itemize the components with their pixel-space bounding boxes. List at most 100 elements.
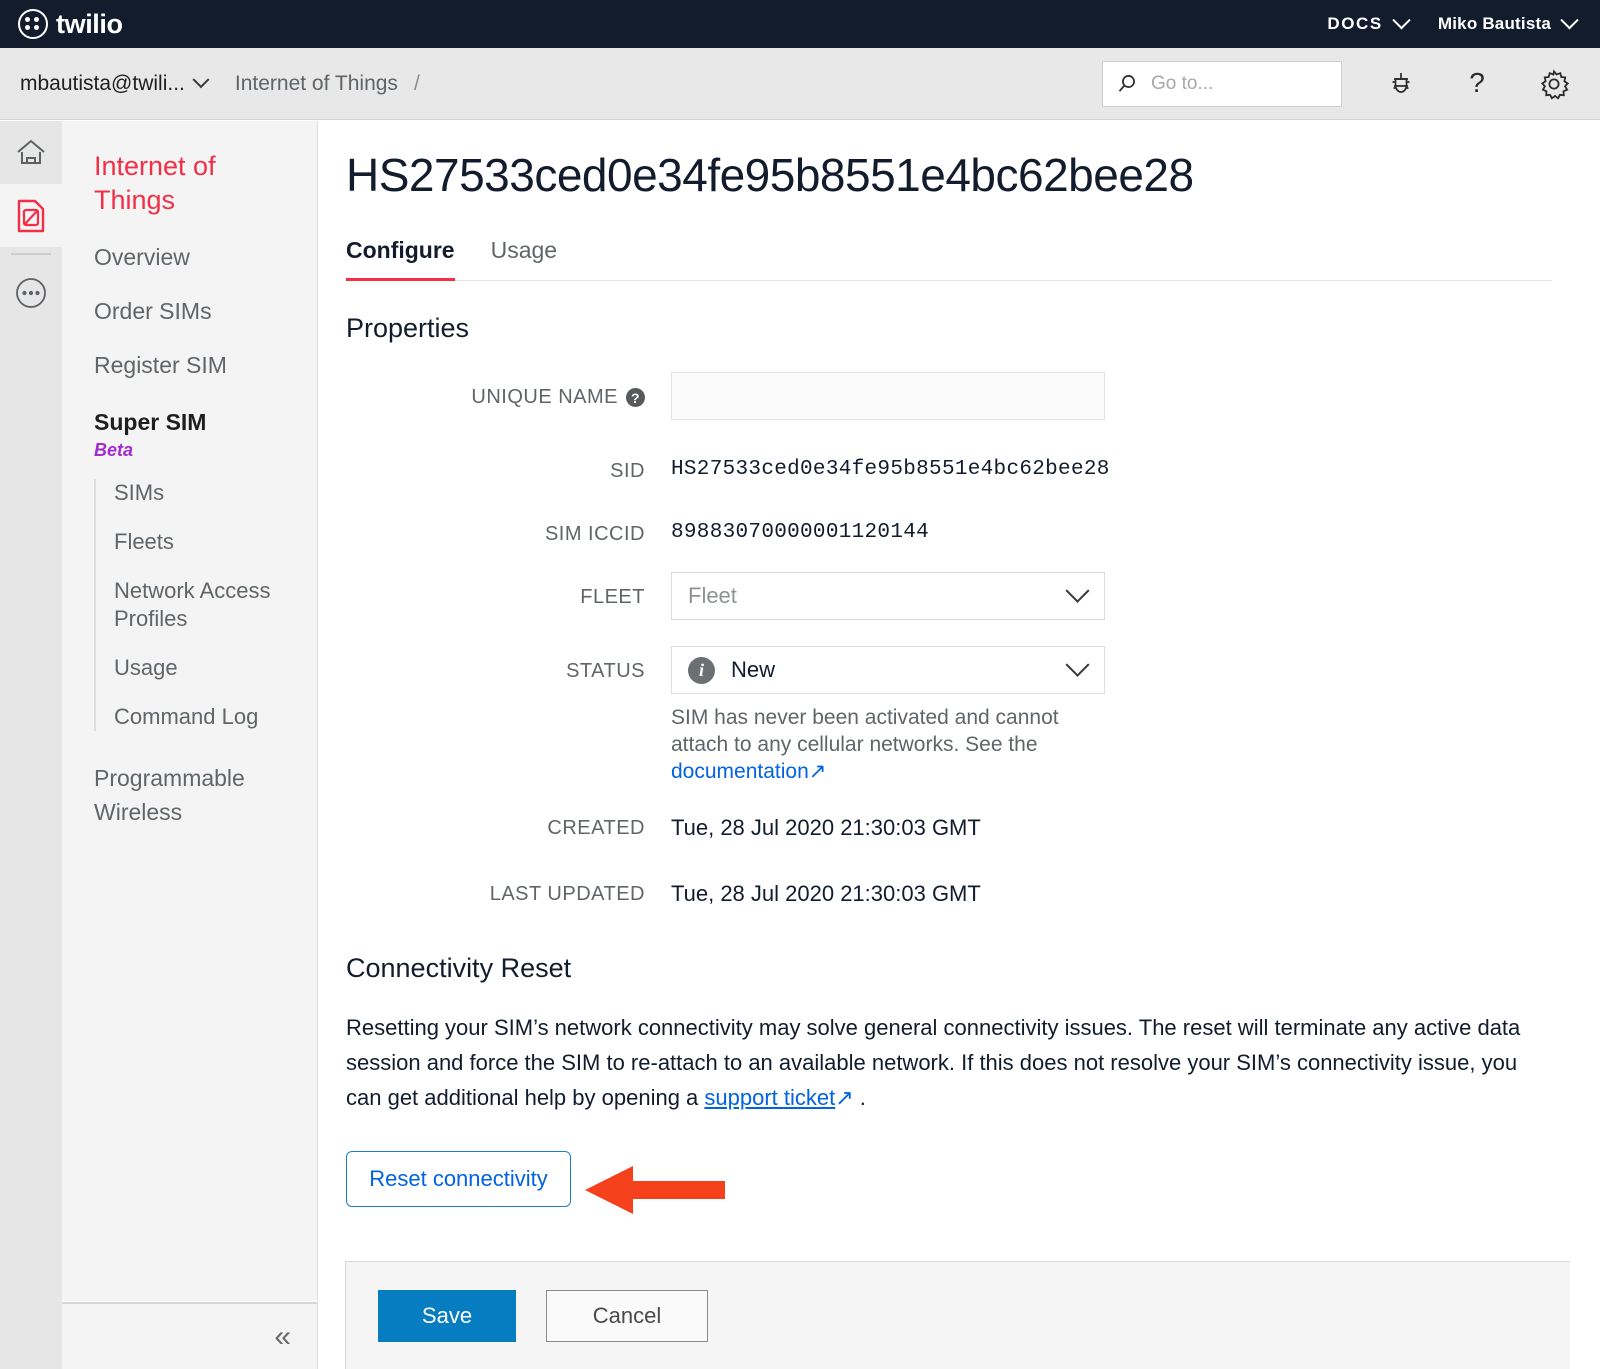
fleet-select-value: Fleet: [688, 583, 737, 608]
field-row-last-updated: LAST UPDATED Tue, 28 Jul 2020 21:30:03 G…: [319, 869, 1600, 907]
status-select-value: New: [731, 657, 776, 682]
external-link-icon: ↗: [808, 760, 827, 783]
sidebar-item-super-sim[interactable]: Super SIM: [94, 409, 317, 436]
label-status: STATUS: [319, 646, 671, 683]
external-link-icon: ↗: [835, 1085, 854, 1110]
tab-configure[interactable]: Configure: [346, 237, 455, 281]
rail-item-home[interactable]: [0, 121, 62, 184]
value-sid: HS27533ced0e34fe95b8551e4bc62bee28: [671, 458, 1110, 481]
sidebar-item-register-sim[interactable]: Register SIM: [94, 352, 317, 379]
svg-text:?: ?: [1469, 67, 1485, 98]
sim-card-icon: [17, 199, 45, 232]
sidebar-item-command-log[interactable]: Command Log: [114, 703, 317, 731]
reset-connectivity-button[interactable]: Reset connectivity: [346, 1151, 571, 1207]
value-created: Tue, 28 Jul 2020 21:30:03 GMT: [671, 815, 981, 840]
breadcrumb-item-iot[interactable]: Internet of Things: [235, 72, 398, 96]
chevron-down-icon: [1065, 578, 1090, 603]
sidebar-item-network-access-profiles[interactable]: Network Access Profiles: [114, 577, 294, 633]
label-sim-iccid: SIM ICCID: [319, 509, 671, 546]
sidebar-item-order-sims[interactable]: Order SIMs: [94, 298, 317, 325]
help-circle-icon[interactable]: ?: [626, 388, 645, 407]
more-options-icon: [16, 277, 46, 308]
collapse-sidebar-icon[interactable]: «: [274, 1321, 291, 1352]
properties-form: UNIQUE NAME ? SID HS27533ced0e34fe95b855…: [319, 372, 1600, 907]
account-selector[interactable]: mbautista@twili...: [20, 70, 210, 96]
rail-divider: [11, 253, 51, 255]
label-unique-name: UNIQUE NAME ?: [319, 372, 671, 409]
unique-name-input[interactable]: [671, 372, 1105, 420]
home-icon: [17, 139, 45, 164]
twilio-logo-text: twilio: [56, 8, 123, 39]
sidebar-badge-beta: Beta: [94, 440, 134, 460]
sidebar-footer: «: [62, 1302, 318, 1369]
field-row-unique-name: UNIQUE NAME ?: [319, 372, 1600, 420]
value-sim-iccid: 89883070000001120144: [671, 521, 930, 544]
user-menu[interactable]: Miko Bautista: [1437, 10, 1579, 34]
right-edge-strip: [1570, 121, 1600, 1369]
documentation-link[interactable]: documentation: [671, 760, 809, 783]
label-unique-name-text: UNIQUE NAME: [471, 386, 618, 408]
breadcrumb-bar: mbautista@twili... Internet of Things /: [0, 48, 1600, 120]
label-sid: SID: [319, 446, 671, 483]
rail-item-more[interactable]: [0, 261, 62, 324]
docs-menu[interactable]: DOCS: [1327, 10, 1411, 34]
connectivity-reset-paragraph-period: .: [853, 1085, 866, 1110]
label-created-text: CREATED: [547, 817, 645, 839]
sidebar-item-fleets[interactable]: Fleets: [114, 528, 317, 556]
icon-rail: [0, 121, 62, 1369]
docs-menu-label: DOCS: [1327, 14, 1383, 33]
breadcrumb-separator: /: [413, 71, 420, 95]
fleet-select[interactable]: Fleet: [671, 572, 1105, 620]
field-row-status: STATUS i New SIM has never been activate…: [319, 646, 1600, 785]
label-last-updated-text: LAST UPDATED: [489, 883, 645, 905]
sidebar-item-overview[interactable]: Overview: [94, 244, 317, 271]
user-menu-label: Miko Bautista: [1437, 14, 1551, 33]
connectivity-reset-heading: Connectivity Reset: [346, 953, 572, 983]
top-navigation-bar: twilio DOCS Miko Bautista: [0, 0, 1600, 48]
question-mark-icon[interactable]: ?: [1460, 67, 1494, 101]
label-fleet: FLEET: [319, 572, 671, 609]
support-ticket-link[interactable]: support ticket: [704, 1085, 835, 1110]
twilio-logo-icon: [18, 9, 48, 39]
properties-heading: Properties: [346, 313, 470, 343]
status-help-text: SIM has never been activated and cannot …: [671, 704, 1071, 785]
gear-icon[interactable]: [1536, 66, 1572, 102]
sidebar-item-programmable-wireless[interactable]: Programmable Wireless: [94, 761, 284, 829]
annotation-arrow-icon: [585, 1166, 725, 1214]
sidebar-item-usage[interactable]: Usage: [114, 654, 317, 682]
cancel-button[interactable]: Cancel: [546, 1289, 708, 1342]
chevron-down-icon: [192, 70, 210, 88]
tab-usage[interactable]: Usage: [491, 237, 557, 280]
chevron-down-icon: [1065, 652, 1090, 677]
field-row-sim-iccid: SIM ICCID 89883070000001120144: [319, 509, 1600, 546]
chevron-down-icon: [1392, 10, 1411, 29]
label-status-text: STATUS: [566, 660, 645, 682]
value-last-updated: Tue, 28 Jul 2020 21:30:03 GMT: [671, 881, 981, 906]
sidebar-item-sims[interactable]: SIMs: [114, 479, 317, 507]
search-icon: [1118, 74, 1135, 92]
page-title: HS27533ced0e34fe95b8551e4bc62bee28: [346, 149, 1194, 201]
search-input[interactable]: [1151, 72, 1321, 95]
tab-bar: Configure Usage: [346, 237, 1552, 281]
sidebar-subnav: SIMs Fleets Network Access Profiles Usag…: [94, 479, 317, 731]
main-content: HS27533ced0e34fe95b8551e4bc62bee28 Confi…: [319, 121, 1600, 1369]
connectivity-reset-paragraph: Resetting your SIM’s network connectivit…: [346, 1010, 1558, 1115]
bug-icon[interactable]: [1384, 67, 1418, 101]
chevron-down-icon: [1560, 10, 1579, 29]
status-help-text-body: SIM has never been activated and cannot …: [671, 706, 1059, 756]
sidebar-title: Internet of Things: [94, 151, 216, 215]
twilio-logo[interactable]: twilio: [18, 9, 123, 40]
sidebar: Internet of Things Overview Order SIMs R…: [62, 121, 318, 1301]
search-box[interactable]: [1102, 60, 1342, 107]
field-row-sid: SID HS27533ced0e34fe95b8551e4bc62bee28: [319, 446, 1600, 483]
label-fleet-text: FLEET: [580, 586, 645, 608]
label-sid-text: SID: [610, 460, 645, 482]
field-row-created: CREATED Tue, 28 Jul 2020 21:30:03 GMT: [319, 803, 1600, 841]
form-action-bar: Save Cancel: [345, 1261, 1600, 1369]
save-button[interactable]: Save: [378, 1289, 516, 1342]
field-row-fleet: FLEET Fleet: [319, 572, 1600, 620]
status-select[interactable]: i New: [671, 646, 1105, 694]
connectivity-reset-paragraph-text: Resetting your SIM’s network connectivit…: [346, 1015, 1521, 1110]
rail-item-sim-card[interactable]: [0, 184, 62, 247]
info-circle-icon: i: [688, 656, 715, 684]
